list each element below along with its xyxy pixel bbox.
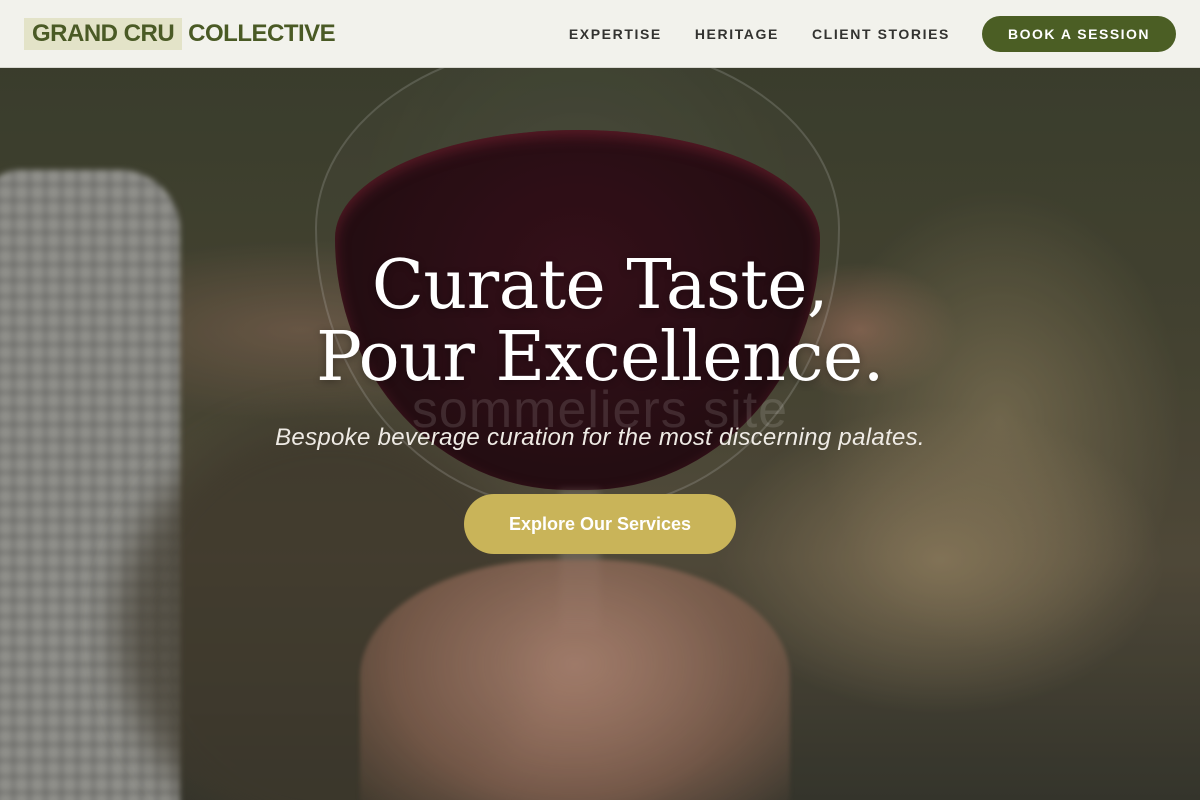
logo-text-secondary: COLLECTIVE: [188, 19, 336, 47]
site-header: GRAND CRU COLLECTIVE EXPERTISE HERITAGE …: [0, 0, 1200, 68]
logo-text-primary: GRAND CRU: [24, 17, 183, 50]
hero-content: Curate Taste, Pour Excellence. Bespoke b…: [0, 250, 1200, 554]
headline-line-2: Pour Excellence.: [316, 318, 884, 397]
explore-services-button[interactable]: Explore Our Services: [464, 494, 736, 554]
nav-link-heritage[interactable]: HERITAGE: [695, 26, 779, 42]
hero-tagline: Bespoke beverage curation for the most d…: [275, 424, 925, 451]
nav-link-client-stories[interactable]: CLIENT STORIES: [812, 26, 950, 42]
headline-line-1: Curate Taste,: [371, 246, 829, 325]
brand-logo[interactable]: GRAND CRU COLLECTIVE: [24, 17, 336, 50]
nav-link-expertise[interactable]: EXPERTISE: [569, 26, 662, 42]
hero-headline: Curate Taste, Pour Excellence.: [0, 250, 1200, 394]
main-nav: EXPERTISE HERITAGE CLIENT STORIES: [569, 26, 950, 42]
book-session-button[interactable]: BOOK A SESSION: [982, 15, 1176, 52]
